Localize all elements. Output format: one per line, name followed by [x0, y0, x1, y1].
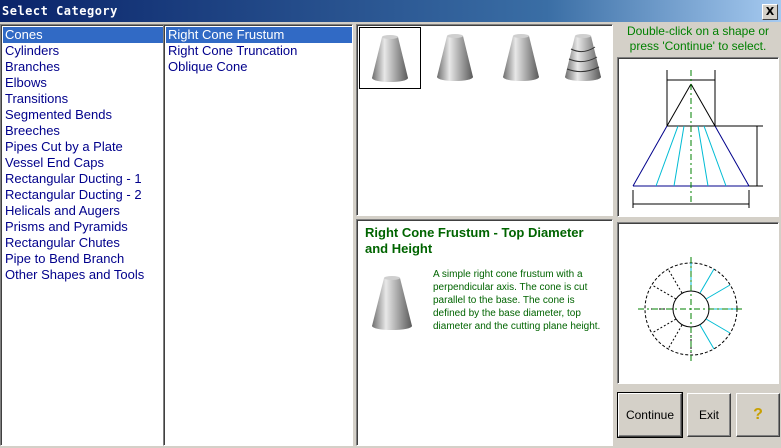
category-list[interactable]: Cones Cylinders Branches Elbows Transitions S… [0, 24, 164, 446]
cone-plan-view-drawing [638, 257, 744, 361]
cone-frustum-icon [437, 34, 473, 81]
help-button[interactable]: ? [736, 393, 780, 437]
description-text: A simple right cone frustum with a perpe… [433, 269, 601, 332]
continue-button[interactable]: Continue [617, 392, 683, 438]
thumbnail-oblique-cone[interactable] [491, 27, 551, 87]
category-item[interactable]: Rectangular Ducting - 2 [3, 187, 163, 203]
category-item[interactable]: Cylinders [3, 43, 163, 59]
category-item[interactable]: Elbows [3, 75, 163, 91]
category-item[interactable]: Helicals and Augers [3, 203, 163, 219]
cone-frustum-icon [503, 34, 539, 81]
thumbnail-right-cone-frustum[interactable] [359, 27, 421, 89]
shape-item[interactable]: Right Cone Frustum [166, 27, 352, 43]
thumbnail-right-cone-truncation[interactable] [425, 27, 485, 87]
shape-thumbnail-panel [356, 24, 613, 216]
exit-button[interactable]: Exit [687, 393, 731, 437]
shape-list[interactable]: Right Cone Frustum Right Cone Truncation O… [163, 24, 353, 446]
description-panel: Right Cone Frustum - Top Diameter and He… [356, 219, 613, 446]
category-item[interactable]: Pipe to Bend Branch [3, 251, 163, 267]
cone-side-view-drawing [632, 70, 763, 208]
category-item[interactable]: Transitions [3, 91, 163, 107]
cone-frustum-icon [372, 35, 408, 82]
category-item[interactable]: Rectangular Ducting - 1 [3, 171, 163, 187]
plan-view-diagram [617, 222, 779, 384]
cone-frustum-icon [372, 276, 412, 330]
category-item[interactable]: Rectangular Chutes [3, 235, 163, 251]
thumbnail-segmented-cone[interactable] [553, 27, 612, 87]
category-item[interactable]: Cones [3, 27, 163, 43]
category-item[interactable]: Other Shapes and Tools [3, 267, 163, 283]
category-item[interactable]: Branches [3, 59, 163, 75]
category-item[interactable]: Breeches [3, 123, 163, 139]
close-button[interactable]: X [762, 4, 778, 20]
category-item[interactable]: Prisms and Pyramids [3, 219, 163, 235]
window-title: Select Category [2, 4, 118, 18]
side-view-diagram [617, 57, 779, 217]
description-title: Right Cone Frustum - Top Diameter and He… [365, 225, 584, 256]
category-item[interactable]: Vessel End Caps [3, 155, 163, 171]
category-item[interactable]: Pipes Cut by a Plate [3, 139, 163, 155]
selection-hint: Double-click on a shape or press 'Contin… [626, 24, 770, 53]
shape-item[interactable]: Oblique Cone [166, 59, 352, 75]
title-bar: Select Category X [0, 0, 781, 22]
help-icon: ? [753, 406, 763, 423]
category-item[interactable]: Segmented Bends [3, 107, 163, 123]
cone-truncation-icon [565, 34, 601, 81]
shape-item[interactable]: Right Cone Truncation [166, 43, 352, 59]
